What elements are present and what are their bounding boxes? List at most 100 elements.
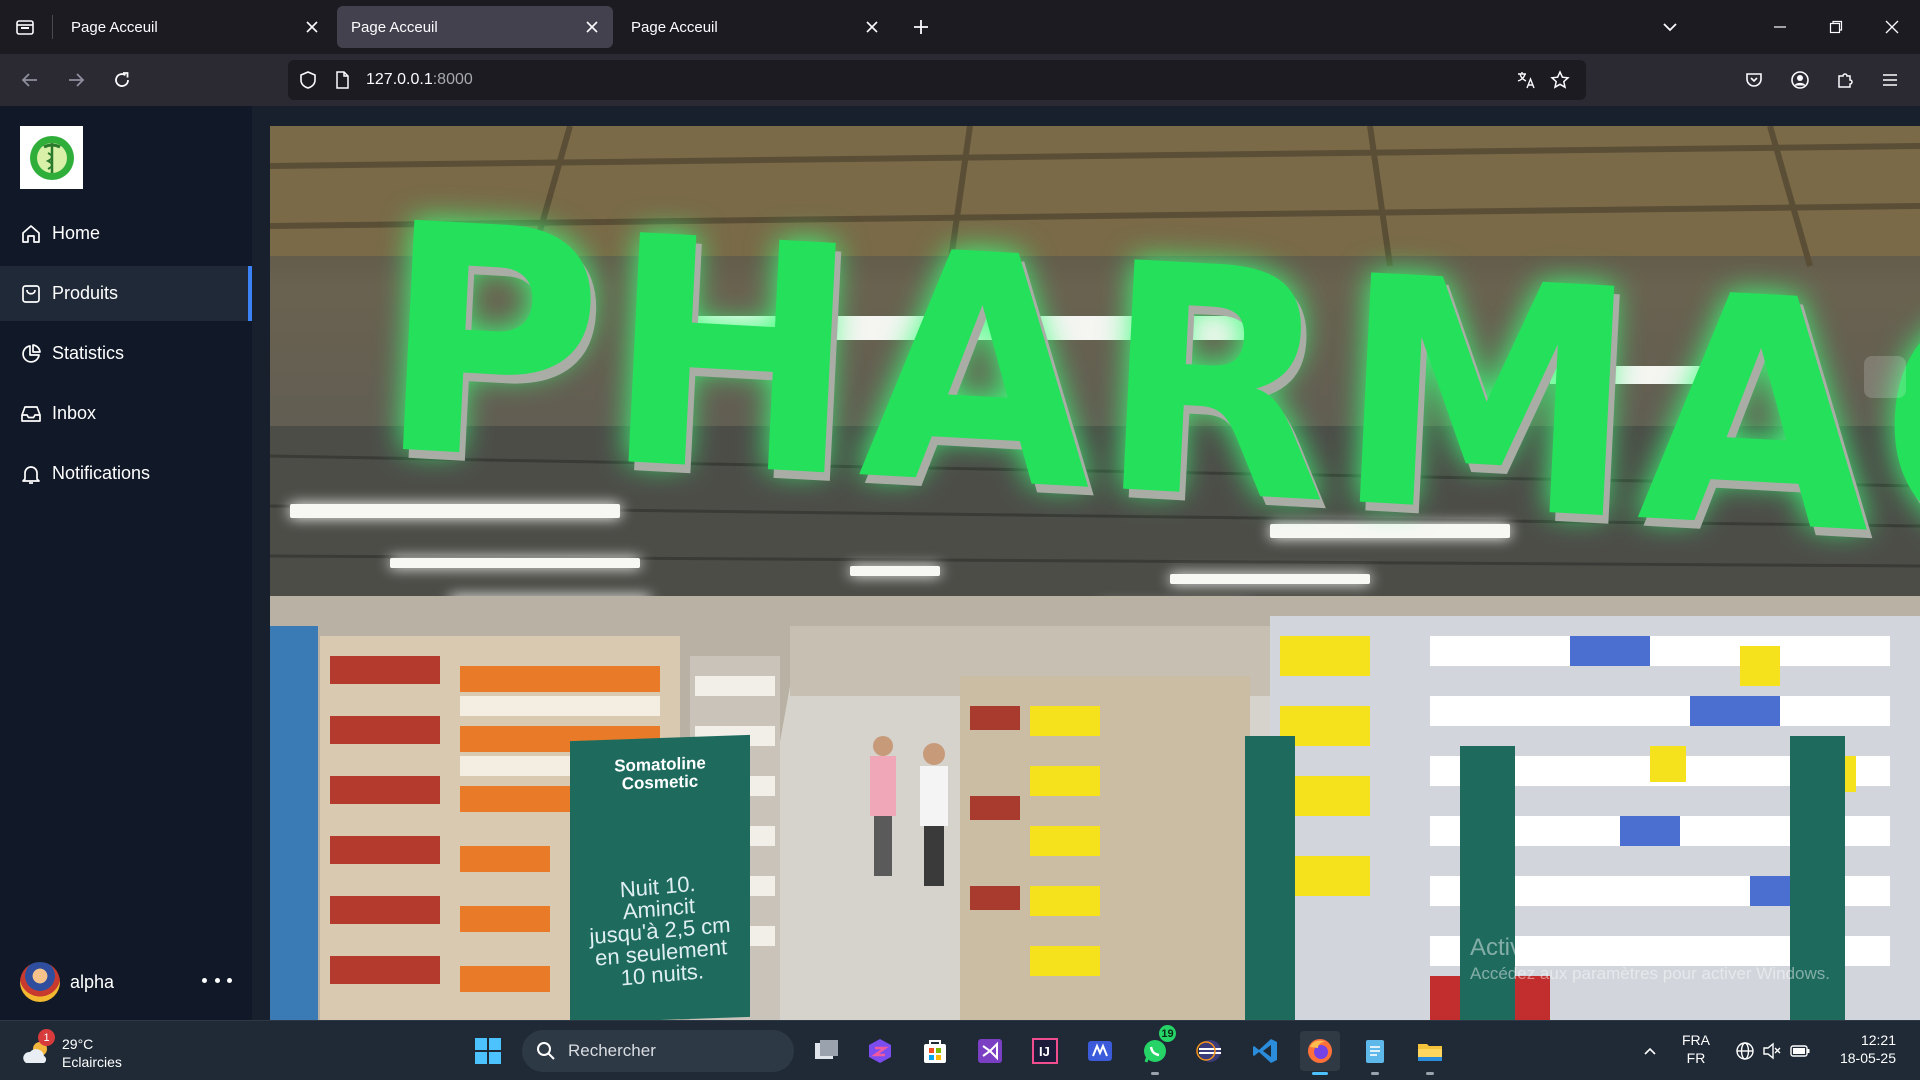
firefox-icon <box>1308 1039 1332 1063</box>
windows-logo-icon <box>475 1038 501 1064</box>
folder-icon <box>1418 1044 1442 1061</box>
weather-widget[interactable]: 1 29°C Eclaircies <box>20 1029 122 1073</box>
close-tab-icon[interactable] <box>583 18 601 36</box>
sidebar: Home Produits Statistics Inbox Notificat… <box>0 106 252 1020</box>
minimize-icon <box>1774 26 1786 28</box>
battery-button[interactable] <box>1780 1031 1820 1071</box>
close-tab-icon[interactable] <box>303 18 321 36</box>
task-view-button[interactable] <box>806 1031 846 1071</box>
translate-icon[interactable] <box>1516 70 1536 90</box>
forward-button[interactable] <box>54 58 98 102</box>
weather-text: 29°C Eclaircies <box>62 1035 122 1071</box>
taskbar-app-eclipse[interactable] <box>1190 1031 1230 1071</box>
chevron-down-icon <box>1663 23 1677 32</box>
activate-windows-watermark: Activer Windows Accédez aux paramètres p… <box>1470 934 1830 984</box>
clock-time: 12:21 <box>1860 1032 1896 1048</box>
taskbar-app-visual-studio[interactable] <box>970 1031 1010 1071</box>
tab-title: Page Acceuil <box>631 18 718 36</box>
pocket-icon <box>1746 73 1762 87</box>
sidebar-item-home[interactable]: Home <box>0 206 252 261</box>
browser-tab[interactable]: Page Acceuil <box>57 6 333 48</box>
svg-text:IJ: IJ <box>1039 1044 1050 1059</box>
promo-brand-line2: Cosmetic <box>621 771 699 794</box>
task-view-icon <box>815 1040 838 1059</box>
browser-tab-active[interactable]: Page Acceuil <box>337 6 613 48</box>
sidebar-item-inbox[interactable]: Inbox <box>0 386 252 441</box>
clock[interactable]: 12:21 18-05-25 <box>1832 1031 1896 1067</box>
taskbar-app-notepad[interactable] <box>1355 1031 1395 1075</box>
app-running-indicator <box>1371 1072 1379 1075</box>
taskbar-app-file-explorer[interactable] <box>1410 1031 1450 1075</box>
taskbar-app-whatsapp[interactable]: 19 <box>1135 1025 1176 1075</box>
sidebar-item-statistics[interactable]: Statistics <box>0 326 252 381</box>
app-menu-button[interactable] <box>1870 60 1910 100</box>
promo-panel-body: Nuit 10. Amincit jusqu'à 2,5 cm en seule… <box>567 868 753 993</box>
show-hidden-icons-button[interactable] <box>1630 1031 1670 1071</box>
close-tab-icon[interactable] <box>863 18 881 36</box>
start-button[interactable] <box>468 1031 508 1071</box>
address-bar[interactable]: 127.0.0.1:8000 <box>288 60 1586 100</box>
new-tab-button[interactable] <box>901 7 941 47</box>
app-running-indicator <box>1426 1072 1434 1075</box>
keyboard-layout: FR <box>1686 1050 1706 1066</box>
sidebar-item-label: Produits <box>52 283 119 303</box>
browser-tab[interactable]: Page Acceuil <box>617 6 893 48</box>
restore-button[interactable] <box>1808 0 1864 54</box>
input-language[interactable]: FRA FR <box>1680 1031 1712 1067</box>
notepad-icon <box>1366 1040 1384 1063</box>
pharmacy-caduceus-icon <box>29 135 74 180</box>
account-button[interactable] <box>1780 60 1820 100</box>
browser-nav-bar: 127.0.0.1:8000 <box>0 54 1920 106</box>
app-running-indicator <box>1151 1072 1159 1075</box>
page-icon[interactable] <box>332 70 352 90</box>
inbox-icon <box>21 405 41 422</box>
pharmacy-logo[interactable] <box>20 126 83 189</box>
bookmark-star-icon[interactable] <box>1550 70 1570 90</box>
eclipse-icon <box>1196 1040 1221 1062</box>
floating-extension-icon[interactable] <box>1864 356 1906 398</box>
firefox-view-button[interactable] <box>0 0 50 54</box>
microsoft-store-icon <box>924 1040 946 1063</box>
page-content: Home Produits Statistics Inbox Notificat… <box>0 106 1920 1020</box>
close-window-button[interactable] <box>1864 0 1920 54</box>
whatsapp-badge: 19 <box>1159 1025 1176 1042</box>
hexagon-app-icon <box>869 1039 891 1063</box>
minimize-button[interactable] <box>1752 0 1808 54</box>
arrow-right-icon <box>69 73 85 87</box>
tab-title: Page Acceuil <box>71 18 158 36</box>
battery-charging-icon <box>1790 1045 1810 1057</box>
shield-icon[interactable] <box>298 70 318 90</box>
taskbar-app-firefox[interactable] <box>1300 1031 1340 1075</box>
bell-icon <box>22 465 40 484</box>
browser-tab-bar: Page Acceuil Page Acceuil Page Acceuil <box>0 0 1920 54</box>
reload-button[interactable] <box>100 58 144 102</box>
sidebar-item-produits[interactable]: Produits <box>0 266 252 321</box>
account-icon <box>1791 71 1809 89</box>
watermark-title: Activer Windows <box>1470 934 1648 961</box>
tab-separator <box>52 15 53 39</box>
more-options-button[interactable] <box>202 970 232 990</box>
sidebar-item-notifications[interactable]: Notifications <box>0 446 252 501</box>
ceiling-light <box>850 566 940 576</box>
taskbar-app-intellij[interactable]: IJ <box>1025 1031 1065 1071</box>
url-text[interactable]: 127.0.0.1:8000 <box>366 71 473 89</box>
taskbar-app-dev-tool[interactable] <box>860 1031 900 1071</box>
sidebar-item-label: Notifications <box>52 463 151 483</box>
back-button[interactable] <box>8 58 52 102</box>
user-profile[interactable]: alpha <box>20 960 232 1004</box>
intellij-icon: IJ <box>1032 1038 1058 1064</box>
restore-icon <box>1829 20 1843 34</box>
avatar[interactable] <box>20 962 60 1002</box>
taskbar-app-mathcad[interactable] <box>1080 1031 1120 1071</box>
ceiling-light <box>390 558 640 568</box>
extensions-button[interactable] <box>1825 60 1865 100</box>
ceiling-light <box>1170 574 1370 584</box>
url-port: :8000 <box>432 71 473 88</box>
sidebar-item-label: Home <box>52 223 101 243</box>
pocket-button[interactable] <box>1734 60 1774 100</box>
taskbar-app-vscode[interactable] <box>1245 1031 1285 1071</box>
taskbar-search[interactable]: Rechercher <box>522 1030 794 1072</box>
taskbar-app-store[interactable] <box>915 1031 955 1071</box>
list-all-tabs-button[interactable] <box>1650 7 1690 47</box>
m-app-icon <box>1088 1041 1112 1061</box>
